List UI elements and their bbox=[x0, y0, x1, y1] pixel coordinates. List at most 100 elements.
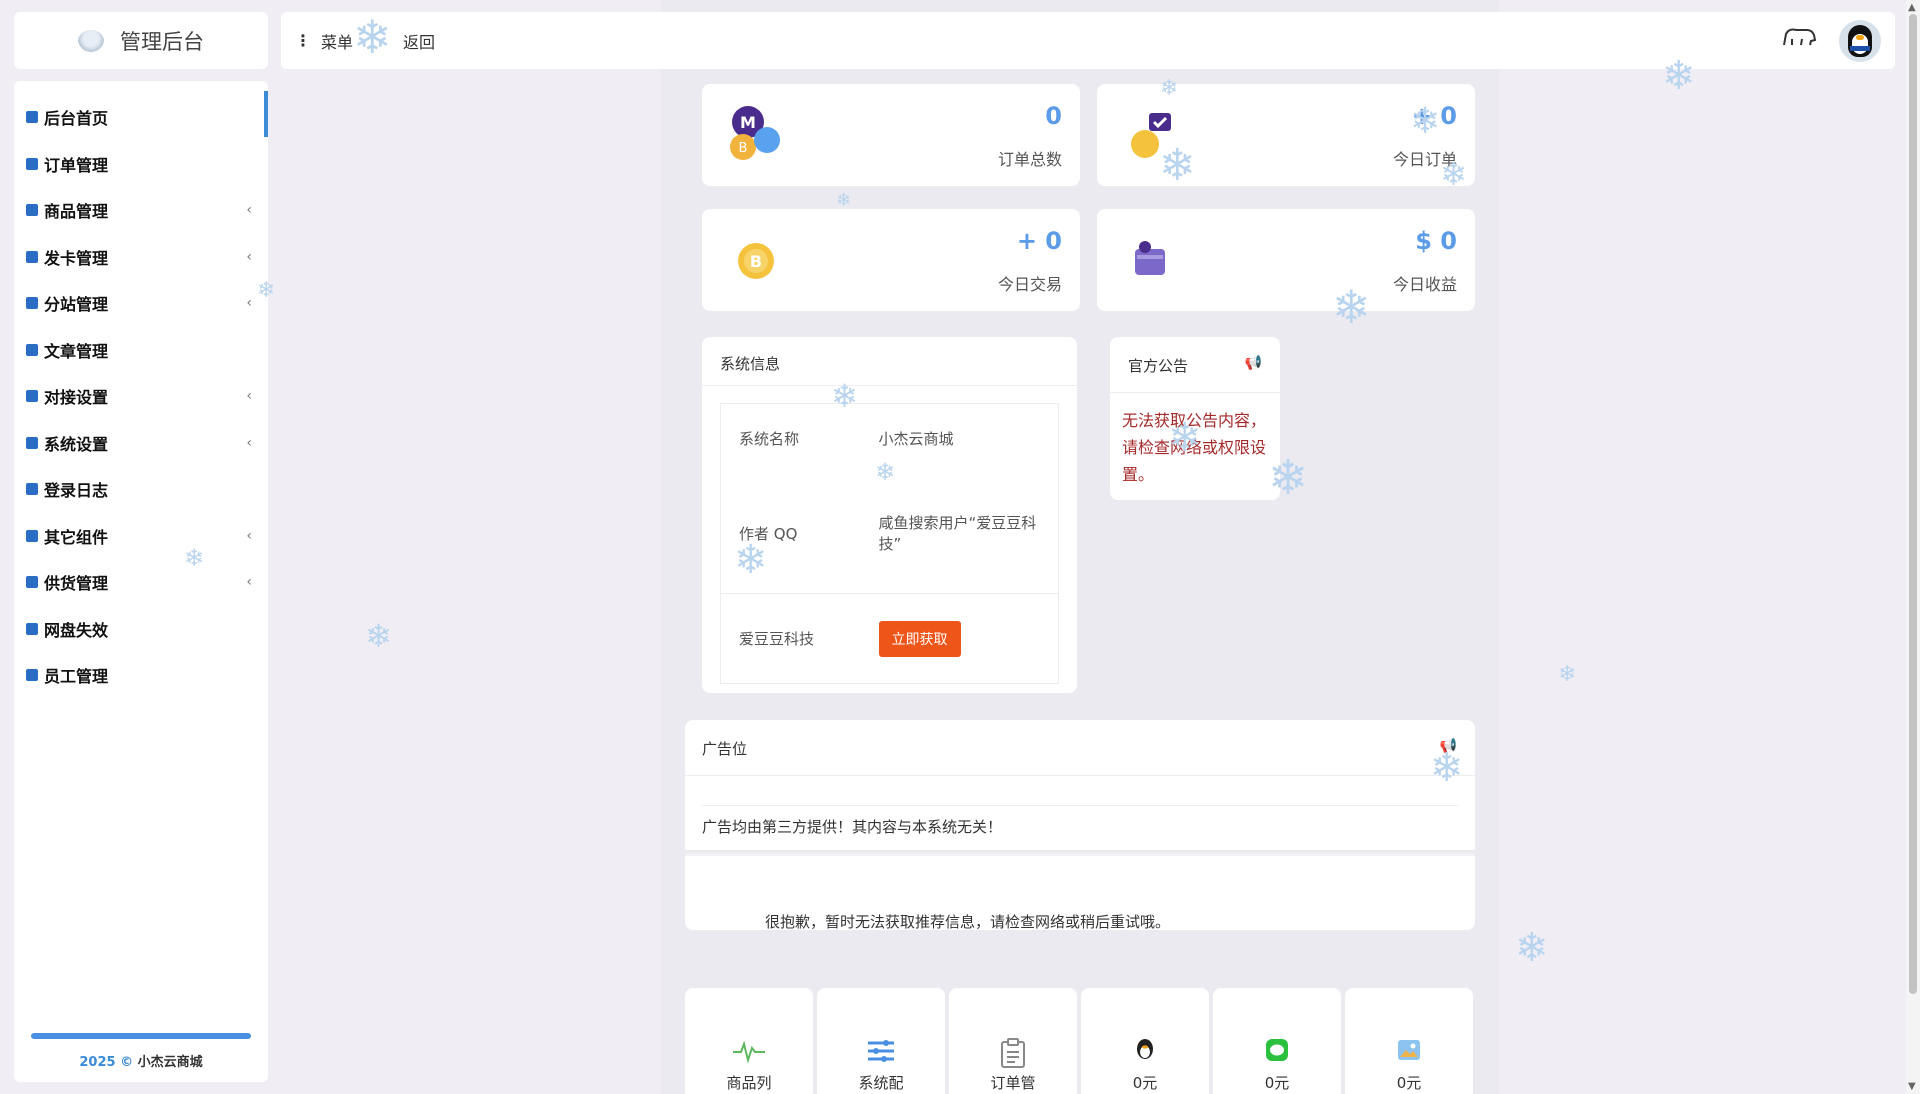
log-icon bbox=[26, 483, 38, 496]
megaphone-icon: 📢 bbox=[1244, 355, 1262, 371]
logo-card[interactable]: 管理后台 bbox=[14, 12, 268, 69]
sidebar-item-supply[interactable]: 供货管理 ‹ bbox=[14, 559, 268, 606]
sidebar-item-orders[interactable]: 订单管理 bbox=[14, 141, 268, 188]
tile-wechat[interactable]: 0元 bbox=[1213, 988, 1341, 1094]
menu-dots-icon: ⋮ bbox=[295, 30, 311, 50]
bitcoin-icon: B bbox=[738, 243, 774, 279]
chevron-left-icon: ‹ bbox=[246, 574, 252, 591]
sidebar-item-login-log[interactable]: 登录日志 bbox=[14, 466, 268, 513]
goods-icon bbox=[26, 204, 38, 217]
article-icon bbox=[26, 343, 38, 356]
scroll-down-icon[interactable]: ▼ bbox=[1908, 1081, 1916, 1092]
sidebar-item-substation[interactable]: 分站管理 ‹ bbox=[14, 280, 268, 327]
home-icon bbox=[26, 111, 38, 124]
avatar[interactable] bbox=[1839, 19, 1881, 62]
back-button[interactable]: 返回 bbox=[403, 29, 435, 53]
qq-icon bbox=[1135, 1038, 1155, 1066]
snowflake-icon: ❄ bbox=[1558, 662, 1577, 687]
logo-icon bbox=[78, 29, 104, 52]
sidebar-item-cloud-disk[interactable]: 网盘失效 bbox=[14, 606, 268, 653]
chevron-left-icon: ‹ bbox=[246, 295, 252, 312]
sidebar-scrollbar[interactable] bbox=[31, 1033, 251, 1039]
chevron-left-icon: ‹ bbox=[246, 388, 252, 405]
system-info-table: 系统名称 小杰云商城 作者 QQ 咸鱼搜索用户“爱豆豆科技” 爱豆豆科技 立即获… bbox=[720, 403, 1059, 684]
table-row: 爱豆豆科技 立即获取 bbox=[721, 594, 1059, 684]
chevron-left-icon: ‹ bbox=[246, 248, 252, 265]
sidebar-nav: 后台首页 订单管理 商品管理 ‹ 发卡管理 ‹ 分站管理 ‹ 文章管理 对接设置 ‹ 系… bbox=[14, 81, 268, 699]
chevron-left-icon: ‹ bbox=[246, 527, 252, 544]
settings-icon bbox=[26, 436, 38, 449]
sidebar-item-dock[interactable]: 对接设置 ‹ bbox=[14, 373, 268, 420]
card-icon bbox=[26, 250, 38, 263]
svg-text:B: B bbox=[739, 141, 748, 156]
ad-note: 广告均由第三方提供！其内容与本系统无关！ bbox=[702, 818, 1003, 836]
table-row: 作者 QQ 咸鱼搜索用户“爱豆豆科技” bbox=[720, 473, 1059, 594]
stat-label: 订单总数 bbox=[997, 150, 1062, 169]
copyright: 2025 © 小杰云商城 bbox=[79, 1055, 203, 1070]
svg-text:M: M bbox=[740, 113, 756, 132]
tile-order-manage[interactable]: 订单管 bbox=[949, 988, 1077, 1094]
chevron-left-icon: ‹ bbox=[246, 202, 252, 219]
menu-label: 菜单 bbox=[321, 32, 354, 52]
get-now-button[interactable]: 立即获取 bbox=[878, 620, 961, 657]
stat-card-today-trade: B + 0 今日交易 bbox=[702, 209, 1080, 311]
menu-button[interactable]: ⋮ 菜单 bbox=[295, 29, 353, 53]
chevron-left-icon: ‹ bbox=[246, 434, 252, 451]
cloud-disk-icon bbox=[26, 622, 38, 635]
system-info-panel: 系统信息 系统名称 小杰云商城 作者 QQ 咸鱼搜索用户“爱豆豆科技” 爱豆豆科… bbox=[702, 337, 1077, 693]
dock-icon bbox=[26, 390, 38, 403]
coins-icon: M B bbox=[730, 106, 780, 160]
clipboard-icon bbox=[1000, 1038, 1026, 1074]
component-icon bbox=[26, 529, 38, 542]
active-indicator bbox=[264, 91, 268, 137]
ad-panel: 广告位 📢 广告均由第三方提供！其内容与本系统无关！ 很抱歉，暂时无法获取推荐信… bbox=[685, 720, 1475, 931]
image-icon bbox=[1397, 1038, 1421, 1068]
sliders-icon bbox=[866, 1038, 896, 1070]
tile-product-list[interactable]: 商品列 bbox=[685, 988, 813, 1094]
sidebar-item-staff[interactable]: 员工管理 bbox=[14, 652, 268, 699]
panel-title: 系统信息 bbox=[720, 355, 781, 373]
stat-label: 今日交易 bbox=[997, 275, 1062, 294]
sidebar-item-goods[interactable]: 商品管理 ‹ bbox=[14, 187, 268, 234]
sidebar-item-cards[interactable]: 发卡管理 ‹ bbox=[14, 234, 268, 281]
panel-title: 广告位 bbox=[702, 740, 748, 758]
snowflake-icon: ❄ bbox=[1515, 925, 1549, 971]
stat-value: + 0 bbox=[1411, 102, 1457, 130]
stat-value: $ 0 bbox=[1415, 227, 1457, 255]
pulse-icon bbox=[732, 1038, 766, 1070]
notice-message: 无法获取公告内容，请检查网络或权限设置。 bbox=[1122, 411, 1267, 484]
tile-image[interactable]: 0元 bbox=[1345, 988, 1473, 1094]
app-title: 管理后台 bbox=[120, 29, 204, 54]
stat-value: + 0 bbox=[1016, 227, 1062, 255]
table-row: 系统名称 小杰云商城 bbox=[739, 430, 954, 449]
sidebar: 后台首页 订单管理 商品管理 ‹ 发卡管理 ‹ 分站管理 ‹ 文章管理 对接设置 ‹ 系… bbox=[14, 81, 268, 1082]
sidebar-item-settings[interactable]: 系统设置 ‹ bbox=[14, 420, 268, 467]
order-check-icon bbox=[1131, 113, 1171, 158]
svg-text:B: B bbox=[750, 252, 762, 271]
staff-icon bbox=[26, 669, 38, 682]
top-bar: ⋮ 菜单 返回 bbox=[281, 12, 1895, 69]
substation-icon bbox=[26, 297, 38, 310]
tile-system-config[interactable]: 系统配 bbox=[817, 988, 945, 1094]
notice-panel: 官方公告 📢 无法获取公告内容，请检查网络或权限设置。 bbox=[1110, 337, 1280, 500]
quick-tiles: 商品列 系统配 订单管 0元 0元 0元 bbox=[685, 988, 1473, 1094]
stat-card-today-orders: + 0 今日订单 bbox=[1097, 84, 1475, 186]
supply-icon bbox=[26, 576, 38, 589]
megaphone-icon: 📢 bbox=[1439, 738, 1457, 754]
stat-card-total-orders: M B 0 订单总数 bbox=[702, 84, 1080, 186]
bear-icon[interactable] bbox=[1781, 25, 1817, 56]
snowflake-icon: ❄ bbox=[365, 617, 392, 655]
recommend-error: 很抱歉，暂时无法获取推荐信息，请检查网络或稍后重试哦。 bbox=[765, 913, 1171, 931]
stat-label: 今日收益 bbox=[1392, 275, 1457, 294]
folder-icon bbox=[26, 157, 38, 170]
stat-label: 今日订单 bbox=[1392, 150, 1457, 169]
stat-card-today-income: $ 0 今日收益 bbox=[1097, 209, 1475, 311]
sidebar-item-components[interactable]: 其它组件 ‹ bbox=[14, 513, 268, 560]
scroll-up-icon[interactable]: ▲ bbox=[1908, 2, 1916, 13]
page-scrollbar[interactable]: ▲ ▼ bbox=[1906, 0, 1920, 1094]
wallet-icon bbox=[1135, 241, 1165, 275]
sidebar-item-articles[interactable]: 文章管理 bbox=[14, 327, 268, 374]
tile-qq[interactable]: 0元 bbox=[1081, 988, 1209, 1094]
sidebar-item-home[interactable]: 后台首页 bbox=[14, 94, 268, 141]
scroll-thumb[interactable] bbox=[1909, 14, 1917, 994]
